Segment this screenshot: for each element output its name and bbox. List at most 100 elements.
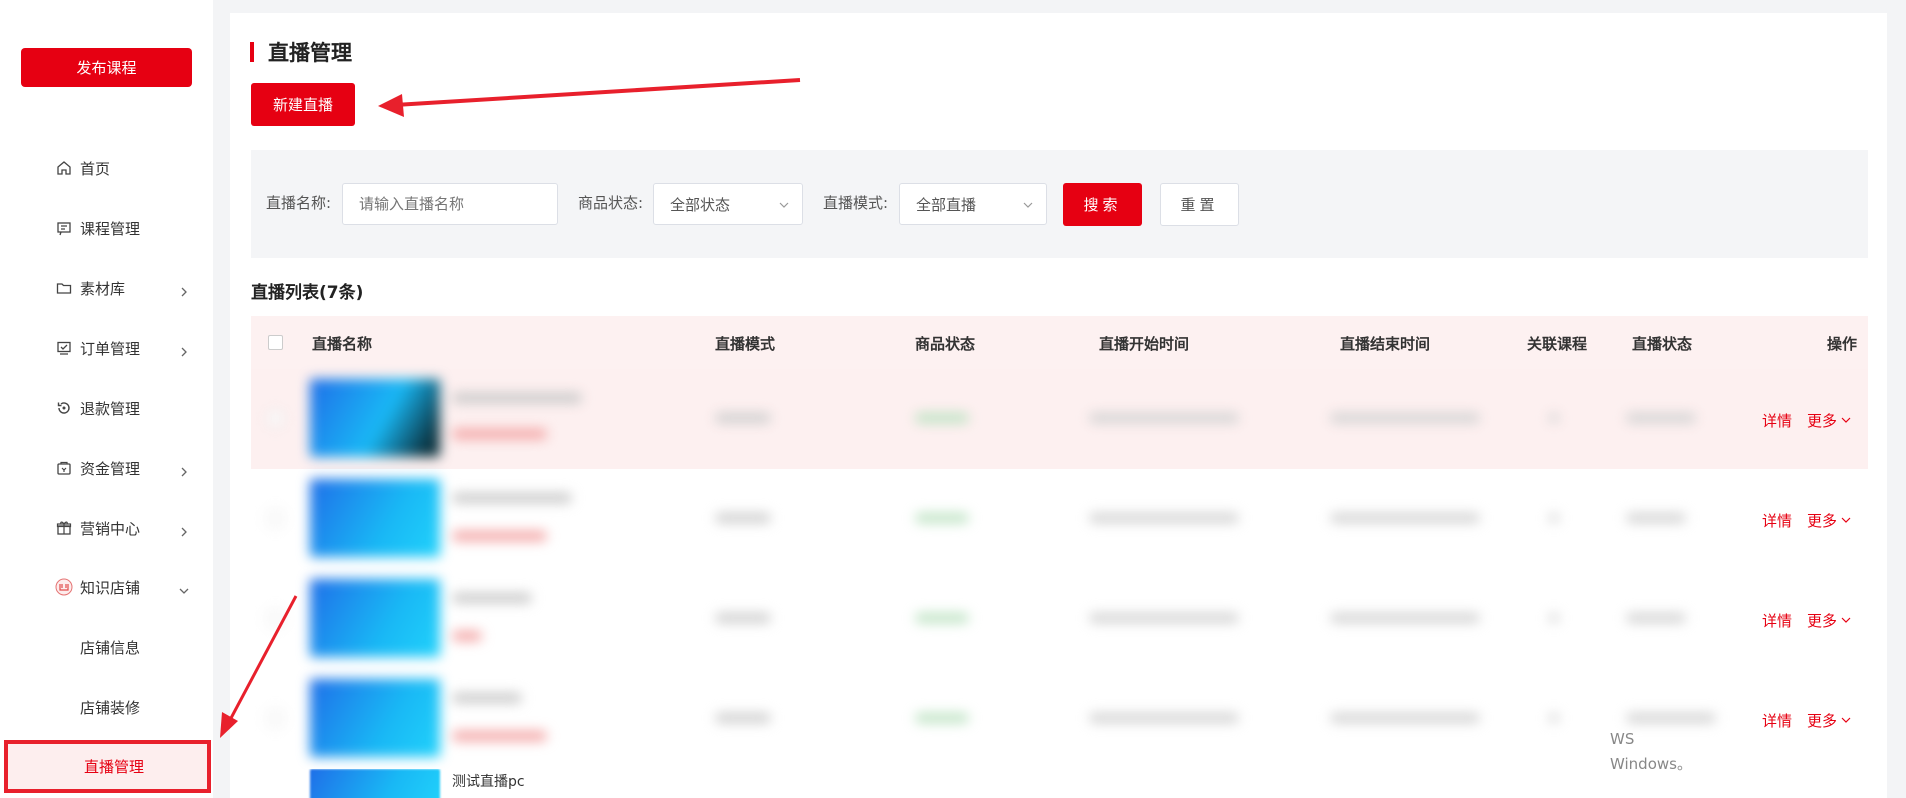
sidebar-subitem-live-management[interactable]: 直播管理	[4, 740, 211, 793]
wallet-icon	[55, 459, 73, 477]
blurred-text	[1549, 613, 1559, 623]
column-header: 商品状态	[915, 335, 976, 353]
row-checkbox[interactable]	[268, 711, 283, 726]
chevron-right-icon	[179, 343, 189, 357]
watermark-line2: Windows。	[1610, 755, 1692, 773]
blurred-text	[452, 593, 532, 603]
live-name: 测试直播pc	[452, 774, 525, 790]
live-name-input[interactable]	[342, 183, 558, 225]
live-cover-thumbnail	[310, 679, 440, 757]
row-checkbox[interactable]	[268, 411, 283, 426]
more-dropdown[interactable]: 更多	[1807, 410, 1851, 431]
sidebar-item-home[interactable]: 首页	[0, 148, 213, 188]
detail-link[interactable]: 详情	[1762, 410, 1792, 431]
chevron-down-icon	[1841, 617, 1851, 623]
sidebar-item-materials[interactable]: 素材库	[0, 268, 213, 308]
column-header: 操作	[1827, 335, 1858, 353]
select-all-checkbox[interactable]	[268, 335, 283, 350]
blurred-text	[1330, 413, 1480, 423]
blurred-text	[452, 693, 522, 703]
chevron-right-icon	[179, 463, 189, 477]
sidebar-item-label: 资金管理	[80, 459, 141, 478]
table-row: 详情 更多	[251, 569, 1868, 669]
sidebar-item-label: 知识店铺	[80, 578, 141, 597]
detail-link[interactable]: 详情	[1762, 610, 1792, 631]
chevron-down-icon	[179, 582, 189, 594]
blurred-text	[1089, 713, 1239, 723]
chevron-right-icon	[179, 523, 189, 537]
row-checkbox[interactable]	[268, 511, 283, 526]
blurred-text	[915, 413, 969, 423]
column-header: 直播开始时间	[1099, 335, 1190, 353]
live-cover-thumbnail	[310, 769, 440, 798]
more-label: 更多	[1807, 512, 1838, 530]
chevron-down-icon	[1023, 202, 1033, 208]
row-checkbox[interactable]	[268, 611, 283, 626]
blurred-text	[1330, 713, 1480, 723]
column-header: 关联课程	[1527, 335, 1588, 353]
sidebar: 发布课程 首页 课程管理 素材库 订单管理 退款管理 资金管理 营销中心 知识店…	[0, 0, 213, 798]
sidebar-item-label: 订单管理	[80, 339, 141, 358]
column-header: 直播模式	[715, 335, 776, 353]
blurred-text	[715, 413, 771, 423]
blurred-text	[452, 731, 547, 741]
product-status-value: 全部状态	[670, 195, 731, 214]
live-cover-thumbnail	[310, 479, 440, 557]
more-dropdown[interactable]: 更多	[1807, 610, 1851, 631]
live-cover-thumbnail	[310, 379, 440, 457]
gift-icon	[55, 519, 73, 537]
sidebar-item-course[interactable]: 课程管理	[0, 208, 213, 248]
chevron-down-icon	[1841, 417, 1851, 423]
live-mode-label: 直播模式:	[823, 194, 889, 212]
sidebar-item-refunds[interactable]: 退款管理	[0, 388, 213, 428]
chevron-right-icon	[179, 283, 189, 297]
blurred-text	[715, 513, 771, 523]
blurred-text	[1626, 613, 1686, 623]
more-dropdown[interactable]: 更多	[1807, 510, 1851, 531]
sidebar-item-funds[interactable]: 资金管理	[0, 448, 213, 488]
blurred-text	[1549, 713, 1559, 723]
new-live-button[interactable]: 新建直播	[251, 83, 355, 126]
live-mode-select[interactable]: 全部直播	[899, 183, 1047, 225]
reset-button[interactable]: 重置	[1160, 183, 1239, 226]
blurred-text	[915, 613, 969, 623]
blurred-text	[1330, 613, 1480, 623]
order-icon	[55, 339, 73, 357]
blurred-text	[1626, 413, 1696, 423]
list-title: 直播列表(7条)	[251, 283, 364, 303]
more-dropdown[interactable]: 更多	[1807, 710, 1851, 731]
chevron-down-icon	[779, 202, 789, 208]
sidebar-subitem-shop-info[interactable]: 店铺信息	[0, 627, 213, 667]
detail-link[interactable]: 详情	[1762, 510, 1792, 531]
table-header: 直播名称 直播模式 商品状态 直播开始时间 直播结束时间 关联课程 直播状态 操…	[251, 316, 1868, 369]
chevron-down-icon	[1841, 517, 1851, 523]
search-button[interactable]: 搜索	[1063, 183, 1142, 226]
title-accent-bar	[250, 42, 254, 62]
blurred-text	[1626, 513, 1686, 523]
blurred-text	[1549, 513, 1559, 523]
live-cover-thumbnail	[310, 579, 440, 657]
sidebar-item-knowledge-shop[interactable]: 知识店铺	[0, 567, 213, 607]
live-name-label: 直播名称:	[266, 194, 332, 212]
blurred-text	[915, 513, 969, 523]
product-status-select[interactable]: 全部状态	[653, 183, 803, 225]
chevron-down-icon	[1841, 717, 1851, 723]
home-icon	[55, 159, 73, 177]
page-title: 直播管理	[250, 40, 352, 65]
sidebar-item-label: 课程管理	[80, 219, 141, 238]
blurred-text	[452, 493, 572, 503]
sidebar-item-marketing[interactable]: 营销中心	[0, 508, 213, 548]
more-label: 更多	[1807, 712, 1838, 730]
blurred-text	[1549, 413, 1559, 423]
blurred-text	[1089, 513, 1239, 523]
detail-link[interactable]: 详情	[1762, 710, 1792, 731]
publish-course-button[interactable]: 发布课程	[21, 48, 192, 87]
table-row: 详情 更多	[251, 369, 1868, 469]
column-header: 直播状态	[1632, 335, 1693, 353]
blurred-text	[715, 713, 771, 723]
blurred-text	[1089, 613, 1239, 623]
sidebar-subitem-shop-decoration[interactable]: 店铺装修	[0, 687, 213, 727]
blurred-text	[452, 631, 482, 641]
column-header: 直播名称	[312, 335, 373, 353]
sidebar-item-orders[interactable]: 订单管理	[0, 328, 213, 368]
